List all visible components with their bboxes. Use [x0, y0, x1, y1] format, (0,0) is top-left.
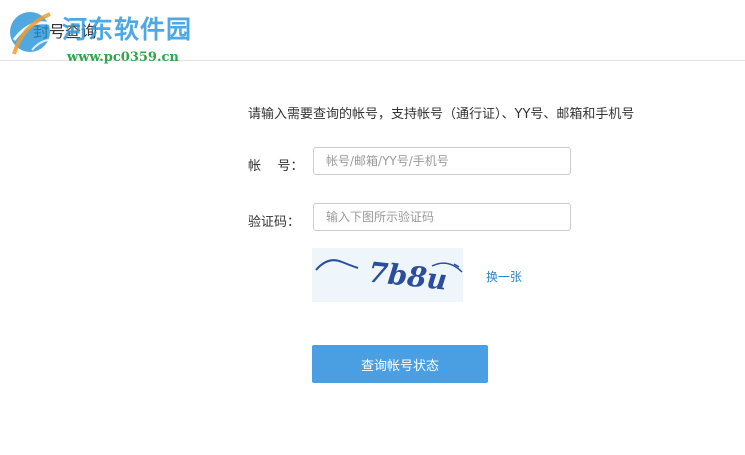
- captcha-label: 验证码：: [248, 215, 301, 230]
- captcha-image[interactable]: 7b8u: [312, 248, 463, 302]
- account-input[interactable]: [313, 147, 571, 175]
- page-header: 封号查询 河东软件园 www.pc0359.cn: [0, 0, 745, 65]
- watermark-logo-icon: [10, 12, 57, 55]
- watermark-url: www.pc0359.cn: [67, 50, 179, 65]
- refresh-captcha-link[interactable]: 换一张: [486, 268, 522, 285]
- captcha-noise-icon: 7b8u: [315, 256, 463, 297]
- form-hint: 请输入需要查询的帐号，支持帐号（通行证）、YY号、邮箱和手机号: [248, 107, 635, 122]
- watermark-name: 河东软件园: [62, 15, 193, 44]
- captcha-input[interactable]: [313, 203, 571, 231]
- query-status-button[interactable]: 查询帐号状态: [312, 345, 488, 383]
- account-label: 帐 号：: [248, 159, 304, 174]
- captcha-text: 7b8u: [367, 256, 449, 297]
